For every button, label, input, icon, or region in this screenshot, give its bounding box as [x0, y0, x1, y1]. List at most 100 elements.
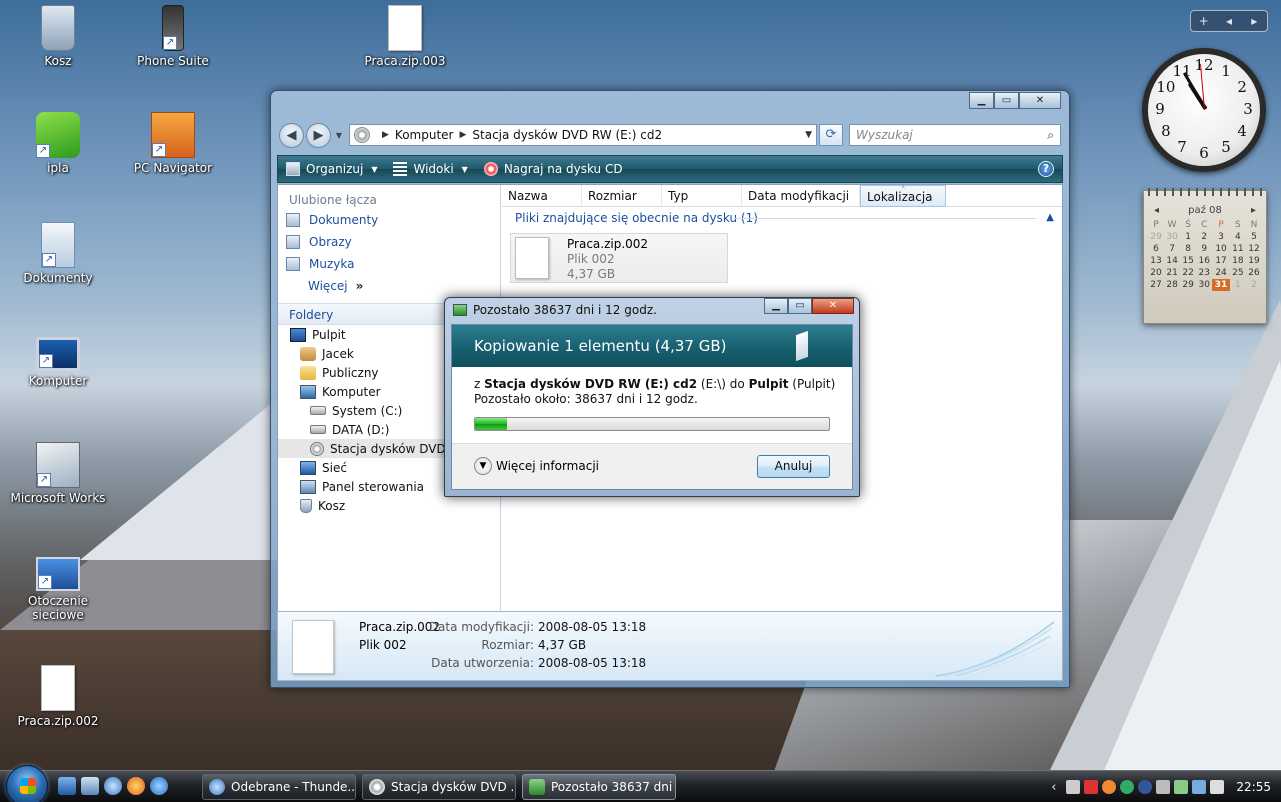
dialog-maximize-button[interactable]: ▭ — [788, 298, 812, 314]
taskbar-button-copy-dialog[interactable]: Pozostało 38637 dni ... — [522, 774, 676, 800]
calendar-day[interactable]: 9 — [1196, 243, 1212, 255]
search-icon[interactable]: ⌕ — [1047, 128, 1054, 143]
calendar-day[interactable]: 21 — [1164, 267, 1180, 279]
breadcrumb-computer[interactable]: Komputer — [395, 128, 454, 142]
switch-windows-icon[interactable] — [81, 777, 99, 795]
close-button[interactable]: ✕ — [1019, 92, 1061, 109]
minimize-button[interactable]: ▁ — [969, 92, 994, 109]
calendar-day[interactable]: 24 — [1212, 267, 1230, 279]
maximize-button[interactable]: ▭ — [994, 92, 1019, 109]
calendar-day[interactable]: 29 — [1148, 231, 1164, 243]
breadcrumb-separator[interactable]: ▶ — [382, 130, 389, 140]
calendar-day[interactable]: 16 — [1196, 255, 1212, 267]
battery-icon[interactable] — [1174, 780, 1189, 794]
thunderbird-icon[interactable] — [104, 777, 122, 795]
tray-icon-4[interactable] — [1120, 780, 1135, 794]
refresh-button[interactable]: ⟳ — [819, 124, 843, 146]
calendar-day[interactable]: 4 — [1230, 231, 1246, 243]
column-location[interactable]: Lokalizacja — [860, 180, 946, 207]
calendar-day[interactable]: 6 — [1148, 243, 1164, 255]
calendar-day[interactable]: 15 — [1180, 255, 1196, 267]
desktop-icon-phone-suite[interactable]: ↗ Phone Suite — [118, 5, 228, 68]
add-gadget-button[interactable]: + — [1191, 14, 1216, 28]
tray-clock[interactable]: 22:55 — [1236, 780, 1271, 794]
calendar-prev-month[interactable]: ◂ — [1154, 205, 1159, 216]
show-hidden-icons-chevron[interactable]: ‹ — [1051, 780, 1056, 795]
breadcrumb-separator[interactable]: ▶ — [459, 130, 466, 140]
calendar-day[interactable]: 20 — [1148, 267, 1164, 279]
tray-icon-antivirus[interactable] — [1084, 780, 1099, 794]
file-tile[interactable]: Praca.zip.002 Plik 002 4,37 GB — [510, 233, 728, 283]
calendar-day[interactable]: 8 — [1180, 243, 1196, 255]
forward-button[interactable]: ▶ — [306, 122, 331, 148]
back-button[interactable]: ◀ — [279, 122, 304, 148]
desktop-icon-computer[interactable]: ↗ Komputer — [3, 337, 113, 388]
desktop-icon-recycle-bin[interactable]: Kosz — [3, 5, 113, 68]
cancel-button[interactable]: Anuluj — [757, 455, 830, 478]
tray-icon-1[interactable] — [1066, 780, 1081, 794]
desktop-icon-documents[interactable]: ↗ Dokumenty — [3, 222, 113, 285]
calendar-day[interactable]: 17 — [1212, 255, 1230, 267]
breadcrumb-dvd-drive[interactable]: Stacja dysków DVD RW (E:) cd2 — [472, 128, 662, 142]
calendar-day[interactable]: 29 — [1180, 279, 1196, 291]
dialog-minimize-button[interactable]: ▁ — [764, 298, 788, 314]
start-button[interactable] — [6, 765, 48, 802]
favorite-pictures[interactable]: Obrazy — [278, 231, 500, 253]
firefox-icon[interactable] — [127, 777, 145, 795]
internet-explorer-icon[interactable] — [150, 777, 168, 795]
calendar-day[interactable]: 1 — [1230, 279, 1246, 291]
calendar-day[interactable]: 2 — [1196, 231, 1212, 243]
column-size[interactable]: Rozmiar — [582, 185, 662, 207]
calendar-day[interactable]: 26 — [1246, 267, 1262, 279]
calendar-day[interactable]: 31 — [1212, 279, 1230, 291]
calendar-day[interactable]: 19 — [1246, 255, 1262, 267]
calendar-day[interactable]: 13 — [1148, 255, 1164, 267]
group-header[interactable]: Pliki znajdujące się obecnie na dysku (1… — [502, 207, 1062, 229]
column-type[interactable]: Typ — [662, 185, 742, 207]
calendar-day[interactable]: 30 — [1196, 279, 1212, 291]
calendar-day[interactable]: 11 — [1230, 243, 1246, 255]
tray-icon-6[interactable] — [1156, 780, 1171, 794]
desktop-icon-pc-navigator[interactable]: ↗ PC Navigator — [118, 112, 228, 175]
column-date-modified[interactable]: Data modyfikacji — [742, 185, 860, 207]
calendar-gadget[interactable]: ◂ paź 08 ▸ P W Ś C P S N 29 30 1 2 3 4 5 6 7 8 9 10 11 12 13 1… — [1143, 188, 1267, 324]
calendar-next-month[interactable]: ▸ — [1251, 205, 1256, 216]
show-desktop-icon[interactable] — [58, 777, 76, 795]
taskbar-button-thunderbird[interactable]: Odebrane - Thunde... — [202, 774, 356, 800]
calendar-day[interactable]: 1 — [1180, 231, 1196, 243]
dialog-close-button[interactable]: ✕ — [812, 298, 854, 314]
favorite-music[interactable]: Muzyka — [278, 253, 500, 275]
clock-gadget[interactable]: 12 1 2 3 4 5 6 7 8 9 10 11 — [1142, 48, 1266, 172]
tray-icon-3[interactable] — [1102, 780, 1117, 794]
calendar-day[interactable]: 22 — [1180, 267, 1196, 279]
volume-icon[interactable] — [1210, 780, 1225, 794]
calendar-day[interactable]: 30 — [1164, 231, 1180, 243]
views-button[interactable]: Widoki ▼ — [385, 156, 475, 182]
calendar-day[interactable]: 18 — [1230, 255, 1246, 267]
calendar-day[interactable]: 14 — [1164, 255, 1180, 267]
bluetooth-icon[interactable] — [1138, 780, 1153, 794]
taskbar-button-explorer[interactable]: Stacja dysków DVD ... — [362, 774, 516, 800]
desktop-icon-network[interactable]: ↗ Otoczenie sieciowe — [3, 557, 113, 622]
column-name[interactable]: Nazwa — [502, 185, 582, 207]
search-input[interactable]: Wyszukaj ⌕ — [849, 124, 1061, 146]
address-dropdown-icon[interactable]: ▼ — [805, 130, 812, 140]
calendar-day[interactable]: 12 — [1246, 243, 1262, 255]
gadget-prev-button[interactable]: ◂ — [1216, 14, 1241, 28]
calendar-day[interactable]: 2 — [1246, 279, 1262, 291]
more-info-toggle[interactable]: ▼ Więcej informacji — [474, 457, 599, 475]
calendar-day[interactable]: 27 — [1148, 279, 1164, 291]
favorites-more-link[interactable]: Więcej » — [278, 275, 500, 297]
calendar-day[interactable]: 23 — [1196, 267, 1212, 279]
calendar-day[interactable]: 25 — [1230, 267, 1246, 279]
desktop-icon-ipla[interactable]: ↗ ipla — [3, 112, 113, 175]
burn-cd-button[interactable]: Nagraj na dysku CD — [476, 156, 631, 182]
calendar-day[interactable]: 28 — [1164, 279, 1180, 291]
folder-tree-item[interactable]: Kosz — [278, 496, 500, 515]
calendar-day[interactable]: 10 — [1212, 243, 1230, 255]
copy-progress-dialog[interactable]: Pozostało 38637 dni i 12 godz. ▁ ▭ ✕ Kop… — [444, 297, 860, 497]
calendar-day[interactable]: 3 — [1212, 231, 1230, 243]
calendar-day[interactable]: 7 — [1164, 243, 1180, 255]
gadget-next-button[interactable]: ▸ — [1242, 14, 1267, 28]
help-icon[interactable]: ? — [1038, 161, 1054, 177]
